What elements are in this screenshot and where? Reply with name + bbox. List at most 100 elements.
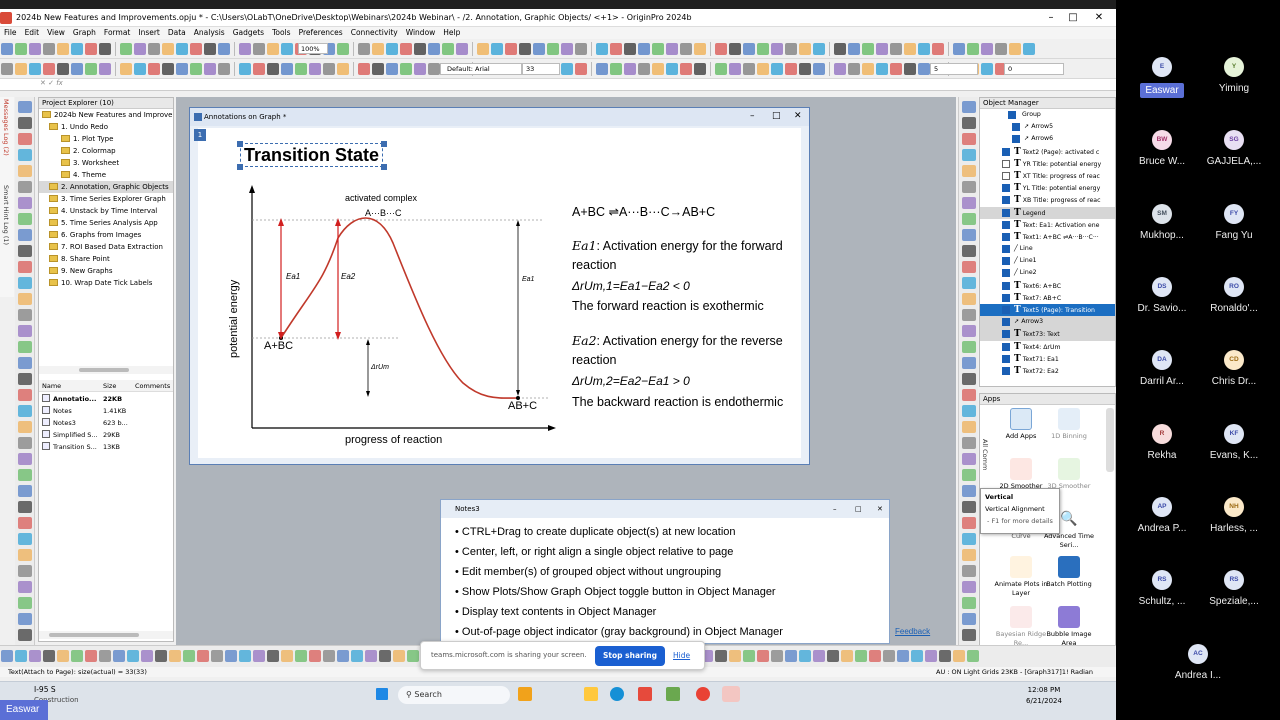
tree-folder[interactable]: 4. Unstack by Time Interval: [39, 205, 173, 217]
app-bayesian-ridge[interactable]: Bayesian Ridge Re...: [994, 606, 1048, 648]
toolbar-button[interactable]: [218, 63, 230, 75]
visibility-checkbox[interactable]: [1002, 171, 1010, 180]
visibility-checkbox[interactable]: [1002, 257, 1010, 266]
toolbar-button[interactable]: [981, 43, 993, 55]
toolbar-button[interactable]: [113, 650, 125, 662]
app-2d-smoother[interactable]: 2D Smoother: [994, 458, 1048, 491]
toolbar-button[interactable]: [939, 650, 951, 662]
tool-button[interactable]: [18, 149, 32, 161]
visibility-checkbox[interactable]: [1002, 281, 1010, 290]
tool-button[interactable]: [962, 517, 976, 529]
file-row[interactable]: Simplified S... 29KB: [39, 429, 173, 441]
tool-button[interactable]: [962, 149, 976, 161]
chrome-icon[interactable]: [696, 687, 710, 701]
activated-complex-label[interactable]: activated complex: [345, 193, 417, 203]
tree-folder[interactable]: 6. Graphs from Images: [39, 229, 173, 241]
toolbar-button[interactable]: [323, 63, 335, 75]
toolbar-button[interactable]: [827, 650, 839, 662]
object-row[interactable]: ➚ Arrow5: [980, 121, 1115, 133]
toolbar-button[interactable]: [15, 650, 27, 662]
visibility-checkbox[interactable]: [1002, 293, 1010, 302]
participant-tile[interactable]: AP Andrea P...: [1121, 496, 1203, 534]
visibility-checkbox[interactable]: [1012, 135, 1020, 144]
tree-folder[interactable]: 1. Plot Type: [39, 133, 173, 145]
toolbar-button[interactable]: [904, 63, 916, 75]
toolbar-button[interactable]: [428, 43, 440, 55]
toolbar-button[interactable]: [365, 650, 377, 662]
tool-button[interactable]: [18, 293, 32, 305]
toolbar-button[interactable]: [386, 43, 398, 55]
toolbar-button[interactable]: [442, 43, 454, 55]
toolbar-button[interactable]: [715, 63, 727, 75]
tool-button[interactable]: [18, 165, 32, 177]
tree-folder[interactable]: 2. Colormap: [39, 145, 173, 157]
toolbar-button[interactable]: [876, 43, 888, 55]
equation-1[interactable]: ΔrUm,1=Ea1−Ea2 < 0: [572, 279, 690, 293]
toolbar-button[interactable]: [127, 650, 139, 662]
tool-button[interactable]: [18, 469, 32, 481]
tool-button[interactable]: [18, 405, 32, 417]
participant-tile[interactable]: AC Andrea I...: [1157, 644, 1239, 681]
toolbar-button[interactable]: [771, 43, 783, 55]
tool-button[interactable]: [962, 437, 976, 449]
toolbar-button[interactable]: [281, 63, 293, 75]
tree-scrollbar[interactable]: [39, 366, 173, 374]
font-combo[interactable]: Default: Arial: [440, 63, 522, 75]
toolbar-button[interactable]: [43, 650, 55, 662]
toolbar-button[interactable]: [337, 650, 349, 662]
object-row[interactable]: T XT Title: progress of reac: [980, 170, 1115, 182]
tree-folder[interactable]: 1. Undo Redo: [39, 121, 173, 133]
layer-indicator[interactable]: 1: [194, 129, 206, 141]
participant-tile[interactable]: Y Yiming: [1193, 57, 1275, 94]
object-row[interactable]: T Text: Ea1: Activation ene: [980, 219, 1115, 231]
toolbar-button[interactable]: [29, 43, 41, 55]
object-row[interactable]: T YR Title: potential energy: [980, 158, 1115, 170]
toolbar-button[interactable]: [183, 650, 195, 662]
toolbar-button[interactable]: [43, 63, 55, 75]
toolbar-button[interactable]: [267, 43, 279, 55]
toolbar-button[interactable]: [813, 650, 825, 662]
toolbar-button[interactable]: [624, 43, 636, 55]
toolbar-button[interactable]: [981, 63, 993, 75]
tool-button[interactable]: [962, 485, 976, 497]
tool-button[interactable]: [962, 117, 976, 129]
toolbar-button[interactable]: [652, 63, 664, 75]
visibility-checkbox[interactable]: [1012, 123, 1020, 132]
edge-icon[interactable]: [610, 687, 624, 701]
visibility-checkbox[interactable]: [1002, 330, 1010, 339]
participant-tile[interactable]: SM Mukhop...: [1121, 203, 1203, 241]
tool-button[interactable]: [962, 469, 976, 481]
toolbar-button[interactable]: [358, 63, 370, 75]
visibility-checkbox[interactable]: [1002, 184, 1010, 193]
tool-button[interactable]: [18, 533, 32, 545]
toolbar-button[interactable]: [575, 43, 587, 55]
toolbar-button[interactable]: [393, 650, 405, 662]
toolbar-button[interactable]: [666, 43, 678, 55]
backward-reaction-text[interactable]: The backward reaction is endothermic: [572, 394, 787, 410]
file-explorer-icon[interactable]: [584, 687, 598, 701]
tool-button[interactable]: [962, 341, 976, 353]
graph-page[interactable]: Transition State potential energy progre…: [198, 128, 801, 458]
participant-tile[interactable]: CD Chris Dr...: [1193, 350, 1275, 387]
toolbar-button[interactable]: [757, 650, 769, 662]
notes-window[interactable]: Notes3 – □ ✕ CTRL+Drag to create duplica…: [440, 499, 890, 644]
toolbar-button[interactable]: [281, 43, 293, 55]
file-row[interactable]: Annotatio... 22KB: [39, 393, 173, 405]
toolbar-button[interactable]: [610, 63, 622, 75]
toolbar-button[interactable]: [204, 63, 216, 75]
menu-item-analysis[interactable]: Analysis: [190, 27, 229, 39]
value-combo-0[interactable]: 0: [1004, 63, 1064, 75]
toolbar-button[interactable]: [547, 43, 559, 55]
toolbar-button[interactable]: [148, 63, 160, 75]
du-label[interactable]: ΔrUm: [371, 364, 389, 371]
visibility-checkbox[interactable]: [1002, 196, 1010, 205]
visibility-checkbox[interactable]: [1002, 245, 1010, 254]
toolbar-button[interactable]: [267, 650, 279, 662]
toolbar-button[interactable]: [799, 63, 811, 75]
tool-button[interactable]: [18, 389, 32, 401]
app-batch-plotting[interactable]: Batch Plotting: [1042, 556, 1096, 589]
toolbar-button[interactable]: [400, 43, 412, 55]
toolbar-button[interactable]: [295, 650, 307, 662]
toolbar-button[interactable]: [176, 63, 188, 75]
participant-tile[interactable]: RS Speziale,...: [1193, 570, 1275, 607]
